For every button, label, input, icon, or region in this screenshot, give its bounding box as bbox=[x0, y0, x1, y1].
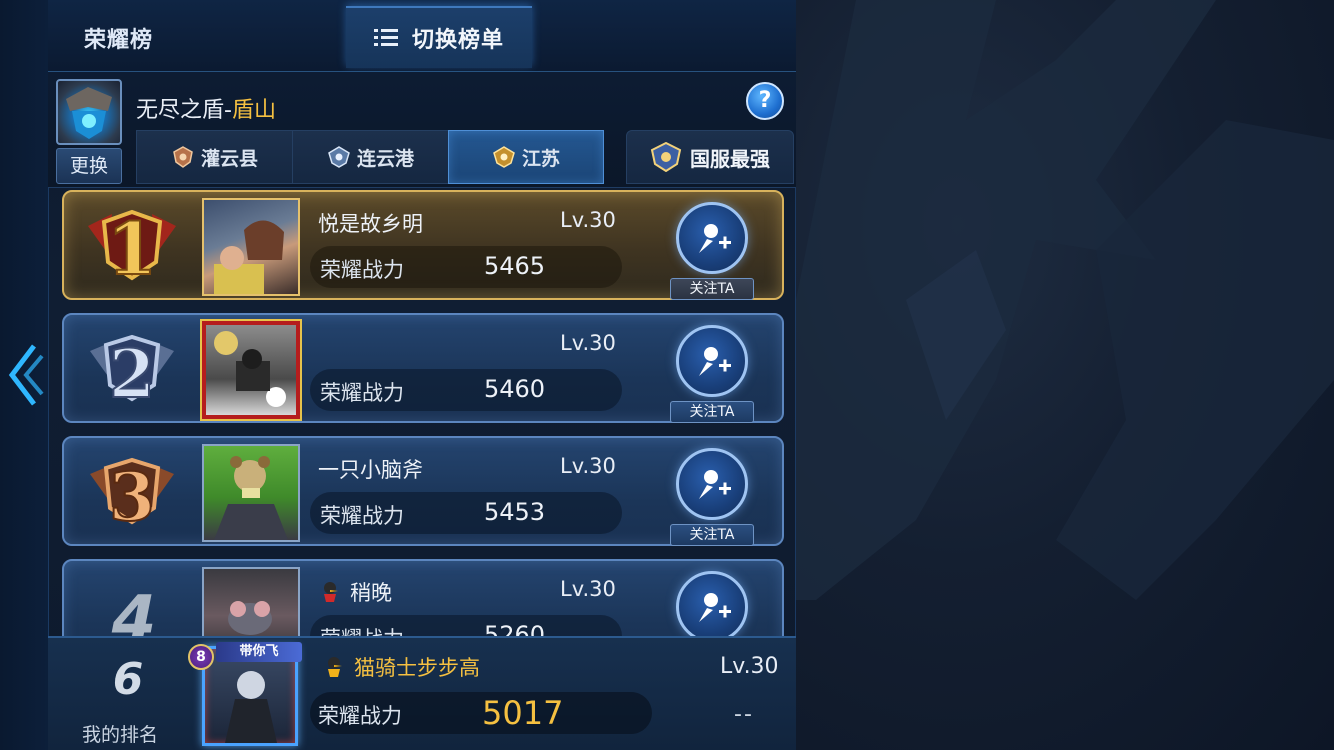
avatar-photo-icon bbox=[225, 671, 277, 743]
power-bar: 荣耀战力 5260 bbox=[310, 615, 622, 636]
player-name: 一只小脑斧 bbox=[318, 454, 423, 484]
tab-county[interactable]: 灌云县 bbox=[136, 130, 292, 184]
gold-emblem-icon bbox=[493, 146, 515, 168]
power-label: 荣耀战力 bbox=[320, 623, 404, 636]
power-bar: 荣耀战力 5465 bbox=[310, 246, 622, 288]
ranking-row: 1 悦是故乡明 Lv.30 荣耀战力 5465 关注TA bbox=[62, 190, 784, 300]
power-value: 5465 bbox=[484, 252, 546, 280]
tab-county-label: 灌云县 bbox=[200, 147, 258, 170]
rank-1-medal-icon: 1 bbox=[88, 205, 176, 292]
avatar-photo-icon bbox=[214, 220, 284, 294]
follow-button[interactable] bbox=[676, 325, 748, 397]
avatar-photo-icon bbox=[214, 456, 288, 540]
svg-text:2: 2 bbox=[109, 335, 155, 413]
my-power-label: 荣耀战力 bbox=[318, 704, 402, 728]
duck-title-icon bbox=[324, 582, 338, 602]
duck-title-icon bbox=[328, 657, 342, 677]
tab-national-label: 国服最强 bbox=[690, 146, 770, 171]
power-label: 荣耀战力 bbox=[320, 504, 404, 528]
avatar-photo-icon bbox=[228, 601, 272, 635]
hero-name-main: 无尽之盾- bbox=[136, 98, 232, 123]
power-bar: 荣耀战力 5460 bbox=[310, 369, 622, 411]
player-level: Lv.30 bbox=[560, 454, 616, 478]
leaderboard-header: 荣耀榜 切换榜单 bbox=[48, 0, 796, 72]
follow-button[interactable] bbox=[676, 448, 748, 520]
player-avatar[interactable] bbox=[202, 198, 300, 296]
my-name-text: 猫骑士步步高 bbox=[354, 656, 480, 680]
player-name-text: 悦是故乡明 bbox=[318, 212, 423, 236]
rank-2-medal-icon: 2 bbox=[90, 334, 174, 414]
follow-label[interactable]: 关注TA bbox=[670, 278, 754, 300]
rank-3-medal-icon: 3 bbox=[90, 457, 174, 537]
svg-text:3: 3 bbox=[109, 458, 155, 536]
power-bar: 荣耀战力 5453 bbox=[310, 492, 622, 534]
player-name-text: 一只小脑斧 bbox=[318, 458, 423, 482]
power-value: 5460 bbox=[484, 375, 546, 403]
player-avatar[interactable] bbox=[202, 567, 300, 636]
add-friend-icon bbox=[699, 593, 731, 622]
tab-province[interactable]: 江苏 bbox=[448, 130, 604, 184]
power-label: 荣耀战力 bbox=[320, 258, 404, 282]
page-title: 荣耀榜 bbox=[84, 28, 154, 53]
level-badge: 8 bbox=[188, 644, 214, 670]
avatar-frame-tag: 带你飞 bbox=[216, 642, 302, 662]
my-rank-label: 我的排名 bbox=[82, 724, 159, 746]
background-artwork bbox=[796, 0, 1334, 750]
player-name: 稍晚 bbox=[318, 577, 392, 607]
follow-label[interactable]: 关注TA bbox=[670, 524, 754, 546]
add-friend-icon bbox=[699, 224, 731, 253]
ranking-list: 1 悦是故乡明 Lv.30 荣耀战力 5465 关注TA 2 Lv.30 荣耀战… bbox=[48, 188, 796, 636]
tab-province-label: 江苏 bbox=[521, 147, 560, 170]
region-tabs: 灌云县 连云港 江苏 bbox=[136, 130, 604, 184]
add-friend-icon bbox=[699, 470, 731, 499]
my-level: Lv.30 bbox=[720, 654, 779, 679]
player-level: Lv.30 bbox=[560, 331, 616, 355]
tab-city-label: 连云港 bbox=[356, 147, 414, 170]
hero-region-bar: 更换 无尽之盾-盾山 ? 灌云县 连云港 江苏 国服最强 bbox=[48, 72, 796, 188]
my-rank-number: 6 bbox=[112, 654, 144, 705]
player-name: 悦是故乡明 bbox=[318, 208, 423, 238]
power-label: 荣耀战力 bbox=[320, 381, 404, 405]
hero-shield-icon bbox=[66, 87, 112, 139]
ranking-row: 3 一只小脑斧 Lv.30 荣耀战力 5453 关注TA bbox=[62, 436, 784, 546]
silver-emblem-icon bbox=[328, 146, 350, 168]
ranking-row: 2 Lv.30 荣耀战力 5460 关注TA bbox=[62, 313, 784, 423]
my-power-value: 5017 bbox=[482, 694, 564, 732]
back-arrow-icon[interactable] bbox=[4, 340, 44, 410]
player-avatar[interactable] bbox=[202, 444, 300, 542]
follow-button[interactable] bbox=[676, 202, 748, 274]
hero-name: 无尽之盾-盾山 bbox=[136, 92, 276, 124]
help-button[interactable]: ? bbox=[746, 82, 784, 120]
power-value: 5453 bbox=[484, 498, 546, 526]
switch-board-button[interactable]: 切换榜单 bbox=[346, 6, 532, 68]
hero-avatar[interactable] bbox=[56, 79, 122, 145]
power-value: 5260 bbox=[484, 621, 546, 636]
avatar-photo-icon bbox=[214, 331, 286, 407]
player-level: Lv.30 bbox=[560, 208, 616, 232]
player-level: Lv.30 bbox=[560, 577, 616, 601]
my-follow-placeholder: -- bbox=[734, 702, 754, 727]
follow-button[interactable] bbox=[676, 571, 748, 636]
national-emblem-icon bbox=[650, 142, 682, 172]
add-friend-icon bbox=[699, 347, 731, 376]
my-name: 猫骑士步步高 bbox=[322, 652, 480, 682]
player-avatar[interactable] bbox=[202, 321, 300, 419]
switch-board-label: 切换榜单 bbox=[411, 28, 504, 53]
bronze-emblem-icon bbox=[173, 146, 193, 168]
player-name-text: 稍晚 bbox=[350, 581, 392, 605]
tab-city[interactable]: 连云港 bbox=[292, 130, 448, 184]
background-silhouette-icon bbox=[796, 0, 1334, 600]
tab-national[interactable]: 国服最强 bbox=[626, 130, 794, 184]
svg-text:1: 1 bbox=[107, 206, 157, 291]
my-power-bar: 荣耀战力 5017 bbox=[310, 692, 652, 734]
hero-name-suffix: 盾山 bbox=[231, 98, 276, 123]
ranking-row: 4 稍晚 Lv.30 荣耀战力 5260 bbox=[62, 559, 784, 636]
my-rank-bar: 6 我的排名 带你飞 8 猫骑士步步高 Lv.30 荣耀战力 5017 -- bbox=[48, 636, 796, 750]
rank-number: 4 bbox=[111, 583, 157, 636]
list-icon bbox=[373, 29, 398, 46]
change-hero-button[interactable]: 更换 bbox=[56, 148, 122, 184]
follow-label[interactable]: 关注TA bbox=[670, 401, 754, 423]
